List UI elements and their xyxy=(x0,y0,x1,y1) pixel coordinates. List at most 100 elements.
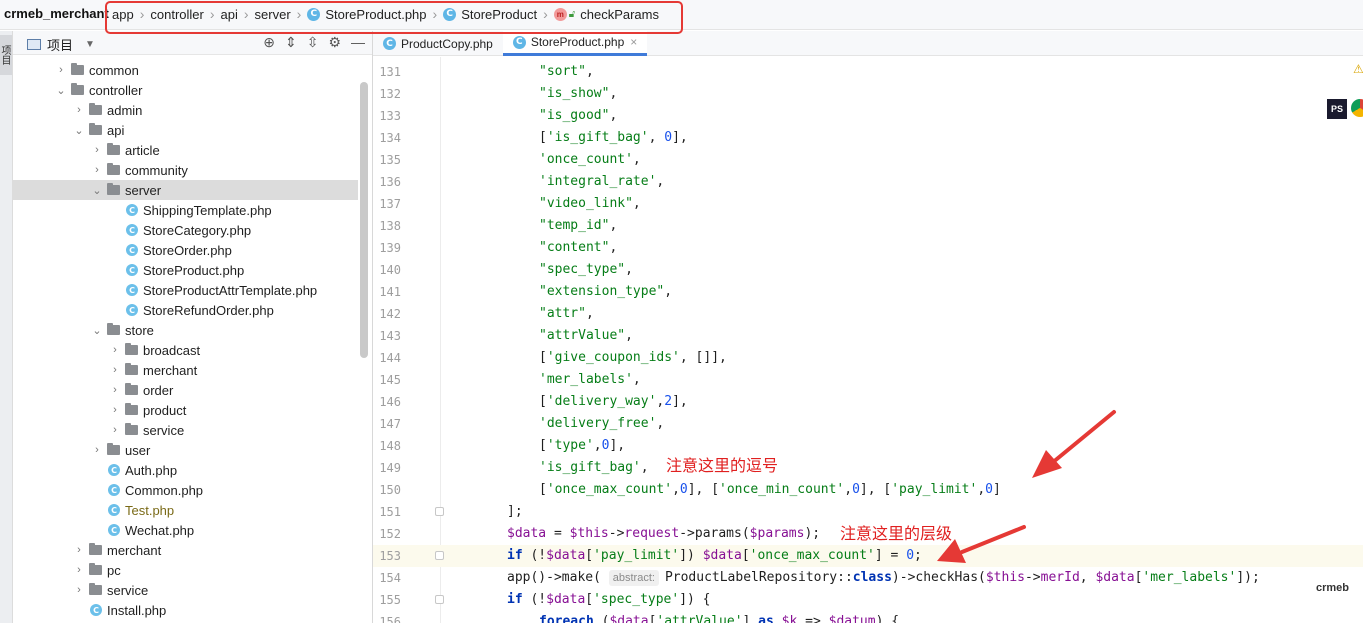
code-token: 'integral_rate' xyxy=(539,174,657,189)
code-line[interactable]: 153 if (!$data['pay_limit']) $data['once_… xyxy=(373,545,1363,567)
annotation-level: 注意这里的层级 xyxy=(840,524,953,543)
chevron-right-icon[interactable]: › xyxy=(107,384,123,396)
collapse-all-icon[interactable]: ⇳ xyxy=(307,34,319,51)
tree-file[interactable]: C Common.php xyxy=(13,480,358,500)
tree-folder[interactable]: ⌄ server xyxy=(13,180,358,200)
crumb-method[interactable]: m 🔓︎ checkParams xyxy=(550,7,663,22)
close-icon[interactable]: × xyxy=(630,35,637,49)
code-line[interactable]: 141 "extension_type", xyxy=(373,281,1363,303)
code-line[interactable]: 135 'once_count', xyxy=(373,149,1363,171)
tab-storeproduct[interactable]: C StoreProduct.php × xyxy=(502,31,648,56)
chevron-down-icon[interactable]: ⌄ xyxy=(89,184,105,197)
phpstorm-icon[interactable]: PS xyxy=(1327,99,1347,119)
code-token: 0 xyxy=(985,482,993,497)
chevron-right-icon[interactable]: › xyxy=(71,584,87,596)
code-line[interactable]: 133 "is_good", xyxy=(373,105,1363,127)
chevron-right-icon[interactable]: › xyxy=(89,444,105,456)
chevron-down-icon[interactable]: ⌄ xyxy=(89,324,105,337)
tree-folder[interactable]: ⌄ store xyxy=(13,320,358,340)
tab-productcopy[interactable]: C ProductCopy.php xyxy=(373,31,503,56)
code-line[interactable]: 136 'integral_rate', xyxy=(373,171,1363,193)
code-line[interactable]: 155 if (!$data['spec_type']) { xyxy=(373,589,1363,611)
tree-file[interactable]: C Test.php xyxy=(13,500,358,520)
code-line[interactable]: 148 ['type',0], xyxy=(373,435,1363,457)
chevron-right-icon[interactable]: › xyxy=(71,564,87,576)
chevron-right-icon[interactable]: › xyxy=(71,544,87,556)
minimize-icon[interactable]: — xyxy=(351,34,365,51)
chevron-right-icon[interactable]: › xyxy=(71,104,87,116)
tree-folder[interactable]: › merchant xyxy=(13,540,358,560)
code-line[interactable]: 146 ['delivery_way',2], xyxy=(373,391,1363,413)
chevron-right-icon[interactable]: › xyxy=(89,164,105,176)
locate-icon[interactable]: ⊕ xyxy=(263,34,275,51)
tree-file[interactable]: C StoreProduct.php xyxy=(13,260,358,280)
fold-marker-icon[interactable] xyxy=(435,507,444,516)
code-line[interactable]: 150 ['once_max_count',0], ['once_min_coun… xyxy=(373,479,1363,501)
code-line[interactable]: 137 "video_link", xyxy=(373,193,1363,215)
chevron-right-icon[interactable]: › xyxy=(107,364,123,376)
folder-icon xyxy=(71,83,84,95)
tree-folder[interactable]: › article xyxy=(13,140,358,160)
tree-folder[interactable]: › service xyxy=(13,580,358,600)
crumb-server[interactable]: server xyxy=(251,7,295,22)
chevron-right-icon[interactable]: › xyxy=(53,64,69,76)
tree-item-label: server xyxy=(125,182,162,198)
chevron-right-icon[interactable]: › xyxy=(107,404,123,416)
tree-file[interactable]: C StoreCategory.php xyxy=(13,220,358,240)
chevron-down-icon[interactable]: ⌄ xyxy=(53,84,69,97)
tree-folder[interactable]: › merchant xyxy=(13,360,358,380)
tree-file[interactable]: C StoreRefundOrder.php xyxy=(13,300,358,320)
tree-folder[interactable]: › service xyxy=(13,420,358,440)
code-line[interactable]: 156 foreach ($data['attrValue'] as $k => … xyxy=(373,611,1363,623)
code-line[interactable]: 139 "content", xyxy=(373,237,1363,259)
gear-icon[interactable]: ⚙ xyxy=(328,34,341,51)
code-line[interactable]: 143 "attrValue", xyxy=(373,325,1363,347)
tree-scrollbar[interactable] xyxy=(360,82,368,358)
project-view-selector[interactable]: 项目 ▼ xyxy=(27,35,95,54)
tree-file[interactable]: C Install.php xyxy=(13,600,358,620)
tree-file[interactable]: C StoreOrder.php xyxy=(13,240,358,260)
crumb-app[interactable]: app xyxy=(108,7,138,22)
tree-folder[interactable]: › community xyxy=(13,160,358,180)
chevron-right-icon[interactable]: › xyxy=(107,344,123,356)
tree-file[interactable]: C Wechat.php xyxy=(13,520,358,540)
tree-folder[interactable]: › admin xyxy=(13,100,358,120)
warning-icon[interactable]: ⚠ xyxy=(1353,62,1363,76)
tree-folder[interactable]: › pc xyxy=(13,560,358,580)
code-line[interactable]: 147 'delivery_free', xyxy=(373,413,1363,435)
crumb-file[interactable]: C StoreProduct.php xyxy=(303,7,430,22)
code-line[interactable]: 131 "sort", xyxy=(373,61,1363,83)
tree-file[interactable]: C Auth.php xyxy=(13,460,358,480)
project-name[interactable]: crmeb_merchant xyxy=(4,6,109,21)
code-token: (! xyxy=(522,548,547,563)
tree-folder[interactable]: › user xyxy=(13,440,358,460)
code-line[interactable]: 132 "is_show", xyxy=(373,83,1363,105)
code-line[interactable]: 149 'is_gift_bag', xyxy=(373,457,1363,479)
code-line[interactable]: 154 app()->make( abstract: ProductLabelRep… xyxy=(373,567,1363,589)
crumb-controller[interactable]: controller xyxy=(146,7,207,22)
code-line[interactable]: 145 'mer_labels', xyxy=(373,369,1363,391)
chevron-down-icon[interactable]: ⌄ xyxy=(71,124,87,137)
tree-folder[interactable]: ⌄ controller xyxy=(13,80,358,100)
project-tool-tab[interactable]: 项目 xyxy=(0,35,12,75)
tree-folder[interactable]: › product xyxy=(13,400,358,420)
fold-marker-icon[interactable] xyxy=(435,551,444,560)
code-line[interactable]: 138 "temp_id", xyxy=(373,215,1363,237)
fold-marker-icon[interactable] xyxy=(435,595,444,604)
chevron-right-icon[interactable]: › xyxy=(107,424,123,436)
crumb-class[interactable]: C StoreProduct xyxy=(439,7,541,22)
tree-folder[interactable]: ⌄ api xyxy=(13,120,358,140)
tree-folder[interactable]: › broadcast xyxy=(13,340,358,360)
expand-all-icon[interactable]: ⇕ xyxy=(285,34,297,51)
tree-file[interactable]: C ShippingTemplate.php xyxy=(13,200,358,220)
crumb-api[interactable]: api xyxy=(217,7,242,22)
code-line[interactable]: 144 ['give_coupon_ids', []], xyxy=(373,347,1363,369)
code-line[interactable]: 142 "attr", xyxy=(373,303,1363,325)
code-line[interactable]: 134 ['is_gift_bag', 0], xyxy=(373,127,1363,149)
tree-file[interactable]: C StoreProductAttrTemplate.php xyxy=(13,280,358,300)
chrome-icon[interactable] xyxy=(1351,99,1363,117)
chevron-right-icon[interactable]: › xyxy=(89,144,105,156)
tree-folder[interactable]: › common xyxy=(13,60,358,80)
tree-folder[interactable]: › order xyxy=(13,380,358,400)
code-line[interactable]: 140 "spec_type", xyxy=(373,259,1363,281)
